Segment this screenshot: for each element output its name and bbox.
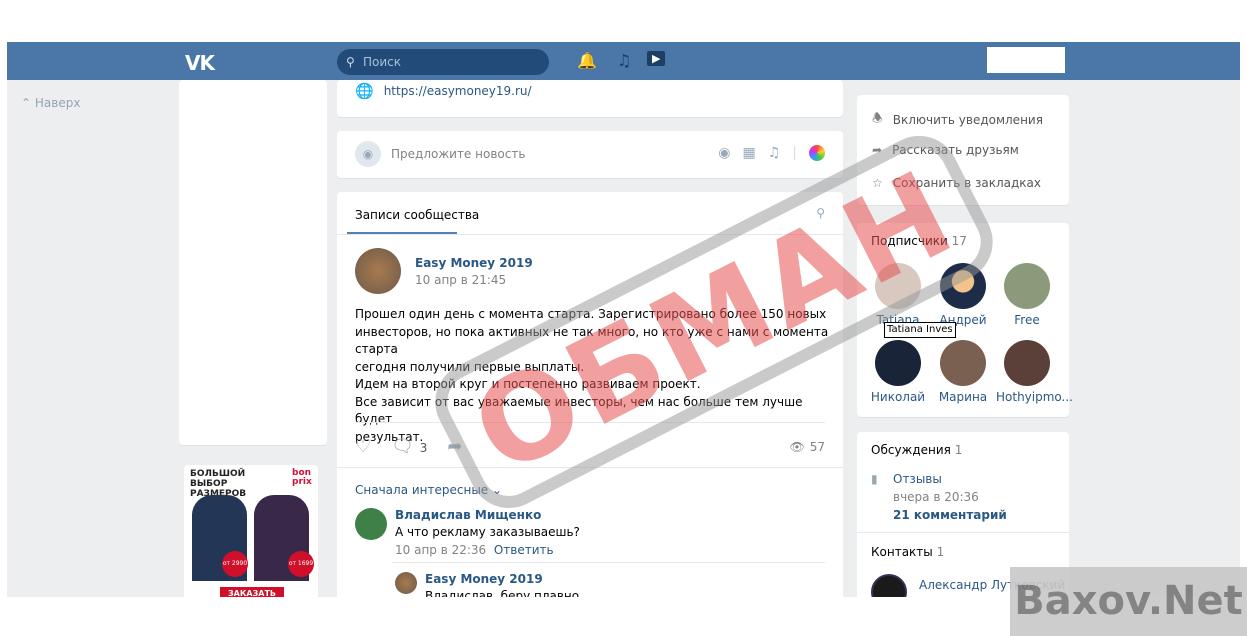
- top-header: VK ⚲ Поиск 🔔 ♫ ▶: [7, 42, 1240, 80]
- back-to-top-link[interactable]: ⌃ Наверх: [21, 96, 80, 110]
- left-panel: [179, 80, 327, 445]
- contacts-title[interactable]: Контакты: [871, 545, 933, 559]
- vk-logo[interactable]: VK: [185, 51, 215, 75]
- suggest-news-input[interactable]: Предложите новость: [391, 147, 525, 161]
- music-icon[interactable]: ♫: [617, 51, 631, 70]
- camera-avatar-icon: ◉: [355, 141, 381, 167]
- topic-comments-link[interactable]: 21 комментарий: [893, 508, 1007, 522]
- subscriber-item[interactable]: Free: [996, 263, 1058, 327]
- reply-author-avatar[interactable]: [395, 572, 417, 594]
- contact-avatar[interactable]: [871, 574, 907, 597]
- info-card: 🌐 https://easymoney19.ru/: [337, 80, 843, 117]
- discussions-count: 1: [954, 443, 963, 457]
- comment-count: 3: [419, 441, 428, 455]
- bell-outline-icon: 🕭: [872, 111, 883, 125]
- discussions-title[interactable]: Обсуждения: [871, 443, 951, 457]
- photo-icon[interactable]: ◉: [718, 145, 730, 161]
- views-icon: 👁: [789, 440, 805, 454]
- comment-text: А что рекламу заказываешь?: [395, 525, 580, 539]
- tab-community-posts[interactable]: Записи сообщества: [355, 208, 479, 222]
- search-placeholder: Поиск: [363, 55, 402, 69]
- reply-author-link[interactable]: Easy Money 2019: [425, 572, 543, 586]
- watermark: Baxov.Net: [1010, 567, 1247, 636]
- comment-date: 10 апр в 22:36: [395, 543, 487, 557]
- ad-price-1: от 2990 р: [222, 551, 248, 593]
- video-icon[interactable]: ▦: [742, 145, 755, 161]
- comment-button[interactable]: 🗨 3: [391, 436, 427, 457]
- ad-banner[interactable]: БОЛЬШОЙ ВЫБОР РАЗМЕРОВ bon prix от 2990 …: [184, 465, 318, 597]
- globe-icon: 🌐: [355, 82, 374, 100]
- ad-brand-logo: bon prix: [292, 468, 312, 487]
- suggest-news-card: ◉ Предложите новость ◉ ▦ ♫ |: [337, 131, 843, 178]
- comment-author-link[interactable]: Владислав Мищенко: [395, 508, 541, 522]
- tooltip: Tatiana Inves: [884, 322, 956, 338]
- topic-link[interactable]: Отзывы: [893, 472, 942, 486]
- subscriber-item[interactable]: Марина: [932, 340, 994, 404]
- back-to-top-label: Наверх: [34, 96, 81, 110]
- post-author-avatar[interactable]: [355, 248, 401, 294]
- website-link[interactable]: https://easymoney19.ru/: [384, 84, 532, 98]
- user-menu[interactable]: [987, 47, 1065, 73]
- subscriber-item[interactable]: Hothyipmo...: [996, 340, 1073, 404]
- subscriber-item[interactable]: Николай: [867, 340, 929, 404]
- music-attach-icon[interactable]: ♫: [768, 145, 781, 161]
- commenter-avatar[interactable]: [355, 508, 387, 540]
- topic-date: вчера в 20:36: [893, 490, 979, 504]
- reply-link[interactable]: Ответить: [494, 543, 554, 557]
- bell-icon[interactable]: 🔔: [577, 51, 597, 70]
- author-avatar-icon[interactable]: [809, 145, 825, 161]
- video-play-icon[interactable]: ▶: [647, 51, 666, 66]
- ad-order-button[interactable]: ЗАКАЗАТЬ: [220, 587, 284, 597]
- ad-price-2: от 1699 р: [288, 551, 314, 593]
- topic-icon: ▮: [871, 472, 878, 486]
- reply-text: Владислав, беру плавно: [425, 589, 580, 597]
- search-input[interactable]: ⚲ Поиск: [337, 49, 549, 75]
- post-date[interactable]: 10 апр в 21:45: [415, 273, 506, 287]
- enable-notifications-link[interactable]: Включить уведомления: [893, 113, 1043, 127]
- like-icon[interactable]: ♡: [355, 436, 371, 457]
- search-icon: ⚲: [346, 55, 355, 69]
- contacts-count: 1: [936, 545, 945, 559]
- post-author-link[interactable]: Easy Money 2019: [415, 256, 533, 270]
- views-count: 57: [809, 440, 825, 454]
- ad-title: БОЛЬШОЙ ВЫБОР РАЗМЕРОВ: [190, 469, 247, 499]
